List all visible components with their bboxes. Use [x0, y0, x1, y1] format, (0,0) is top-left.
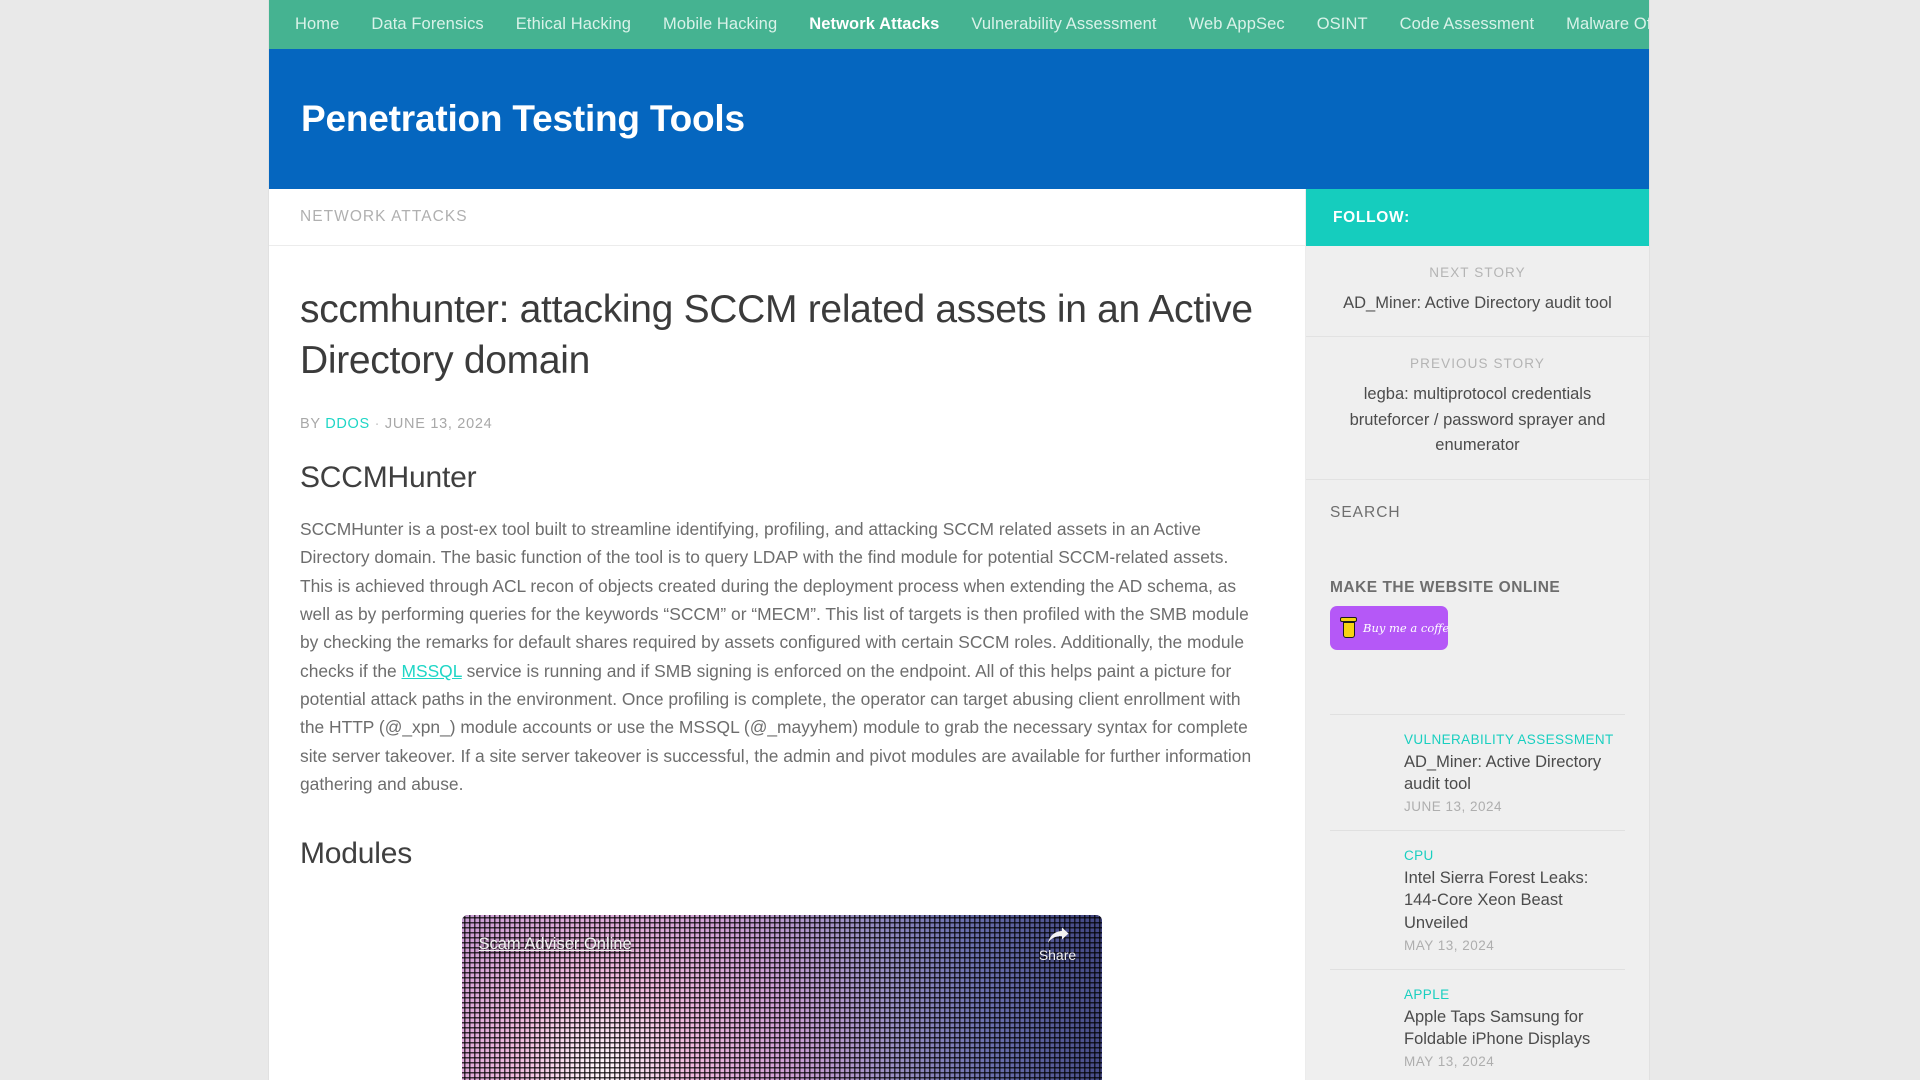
post-title[interactable]: Apple Taps Samsung for Foldable iPhone D… — [1404, 1006, 1625, 1051]
section-heading-modules: Modules — [300, 836, 412, 870]
content-columns: NETWORK ATTACKS sccmhunter: attacking SC… — [269, 189, 1649, 1080]
nav-item-web-appsec[interactable]: Web AppSec — [1173, 0, 1301, 49]
article: sccmhunter: attacking SCCM related asset… — [269, 246, 1305, 1080]
byline-separator: · — [374, 415, 381, 432]
page-root: Home Data Forensics Ethical Hacking Mobi… — [0, 0, 1920, 1080]
search-widget: SEARCH MAKE THE WEBSITE ONLINE Buy me a … — [1306, 480, 1649, 650]
byline-date: JUNE 13, 2024 — [384, 415, 493, 432]
list-item[interactable]: VULNERABILITY ASSESSMENT AD_Miner: Activ… — [1330, 715, 1625, 832]
nav-item-home[interactable]: Home — [279, 0, 355, 49]
previous-story-kicker: PREVIOUS STORY — [1410, 356, 1545, 372]
byline-author[interactable]: DDOS — [325, 416, 370, 432]
category-bar: NETWORK ATTACKS — [269, 189, 1305, 246]
video-title-link[interactable]: Scam Adviser Online — [479, 935, 632, 954]
search-widget-title: SEARCH — [1330, 503, 1401, 521]
post-category[interactable]: APPLE — [1404, 987, 1625, 1002]
coffee-cup-icon — [1340, 617, 1357, 639]
article-paragraph: SCCMHunter is a post-ex tool built to st… — [300, 515, 1263, 799]
nav-item-mobile-hacking[interactable]: Mobile Hacking — [647, 0, 793, 49]
next-story-title[interactable]: AD_Miner: Active Directory audit tool — [1330, 291, 1625, 316]
buy-me-a-coffee-label-area[interactable]: Buy me a coffee — [1330, 605, 1448, 650]
nav-item-ethical-hacking[interactable]: Ethical Hacking — [500, 0, 647, 49]
byline-prefix: BY — [300, 415, 321, 432]
sidebar: FOLLOW: NEXT STORY AD_Miner: Active Dire… — [1306, 189, 1649, 1080]
nav-item-vulnerability-assessment[interactable]: Vulnerability Assessment — [955, 0, 1172, 49]
list-item[interactable]: APPLE Apple Taps Samsung for Foldable iP… — [1330, 970, 1625, 1080]
nav-item-malware-offense[interactable]: Malware Offense — [1550, 0, 1649, 49]
site-title[interactable]: Penetration Testing Tools — [301, 98, 745, 140]
post-title[interactable]: Intel Sierra Forest Leaks: 144-Core Xeon… — [1404, 867, 1625, 934]
buy-me-a-coffee-button[interactable]: Buy me a coffee ❤ 0 — [1330, 605, 1448, 650]
video-share-button[interactable]: Share — [1030, 927, 1086, 963]
buy-me-a-coffee-label: Buy me a coffee — [1363, 620, 1448, 635]
site-masthead: Penetration Testing Tools — [269, 49, 1649, 189]
post-title[interactable]: AD_Miner: Active Directory audit tool — [1404, 751, 1625, 796]
post-thumbnail — [1330, 848, 1390, 909]
next-story-kicker: NEXT STORY — [1429, 265, 1526, 280]
post-meta: VULNERABILITY ASSESSMENT AD_Miner: Activ… — [1404, 732, 1625, 815]
list-item[interactable]: CPU Intel Sierra Forest Leaks: 144-Core … — [1330, 831, 1625, 970]
nav-item-data-forensics[interactable]: Data Forensics — [355, 0, 499, 49]
main-content: NETWORK ATTACKS sccmhunter: attacking SC… — [269, 189, 1306, 1080]
related-posts-list: VULNERABILITY ASSESSMENT AD_Miner: Activ… — [1306, 715, 1649, 1080]
post-thumbnail — [1330, 731, 1390, 792]
post-date: JUNE 13, 2024 — [1404, 799, 1503, 815]
site-container: Home Data Forensics Ethical Hacking Mobi… — [269, 0, 1649, 1080]
follow-bar: FOLLOW: — [1306, 189, 1649, 246]
donate-widget-title: MAKE THE WEBSITE ONLINE — [1330, 578, 1561, 596]
main-navigation: Home Data Forensics Ethical Hacking Mobi… — [269, 0, 1649, 49]
next-story-block[interactable]: NEXT STORY AD_Miner: Active Directory au… — [1306, 246, 1649, 338]
paragraph-text-before-link: SCCMHunter is a post-ex tool built to st… — [300, 518, 1249, 681]
video-embed[interactable]: SCAM Scam Adviser Online Share — [461, 914, 1102, 1080]
post-date: MAY 13, 2024 — [1404, 937, 1495, 953]
nav-item-osint[interactable]: OSINT — [1301, 0, 1384, 49]
page-title[interactable]: sccmhunter: attacking SCCM related asset… — [300, 284, 1263, 387]
post-thumbnail — [1330, 986, 1390, 1047]
post-meta: APPLE Apple Taps Samsung for Foldable iP… — [1404, 987, 1625, 1070]
post-category[interactable]: VULNERABILITY ASSESSMENT — [1404, 732, 1625, 747]
byline: BY DDOS · JUNE 13, 2024 — [300, 416, 1263, 432]
follow-label: FOLLOW: — [1333, 208, 1410, 226]
mssql-link[interactable]: MSSQL — [402, 661, 462, 681]
nav-item-code-assessment[interactable]: Code Assessment — [1384, 0, 1550, 49]
section-heading-sccmhunter: SCCMHunter — [300, 460, 477, 494]
category-link-network-attacks[interactable]: NETWORK ATTACKS — [300, 208, 468, 226]
video-share-label: Share — [1038, 946, 1077, 963]
post-date: MAY 13, 2024 — [1404, 1054, 1495, 1070]
share-icon — [1047, 927, 1068, 943]
previous-story-title[interactable]: legba: multiprotocol credentials brutefo… — [1330, 382, 1625, 458]
post-meta: CPU Intel Sierra Forest Leaks: 144-Core … — [1404, 848, 1625, 953]
nav-item-network-attacks[interactable]: Network Attacks — [793, 0, 955, 49]
previous-story-block[interactable]: PREVIOUS STORY legba: multiprotocol cred… — [1306, 337, 1649, 480]
post-category[interactable]: CPU — [1404, 848, 1625, 863]
